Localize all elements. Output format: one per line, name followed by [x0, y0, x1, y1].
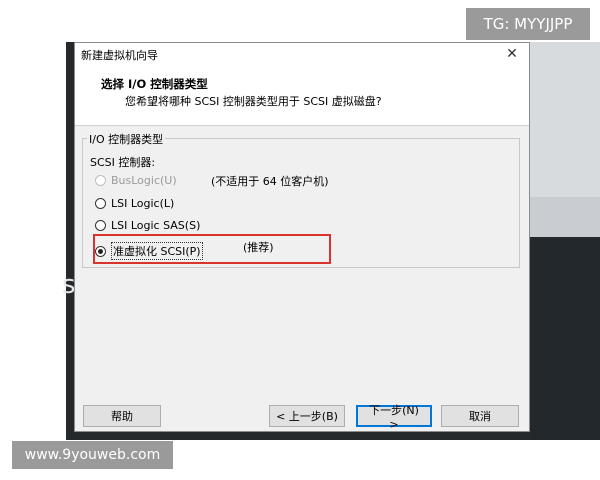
highlight-annotation-box	[93, 234, 331, 264]
radio-buslogic-label: BusLogic(U)	[111, 174, 177, 187]
background-panel-dark	[530, 237, 600, 440]
watermark-url: www.9youweb.com	[12, 441, 173, 469]
close-icon[interactable]: ✕	[499, 43, 525, 65]
back-button[interactable]: < 上一步(B)	[269, 405, 345, 427]
background-app-window	[530, 42, 600, 440]
scsi-controller-label: SCSI 控制器:	[90, 156, 156, 169]
radio-button-icon	[95, 175, 106, 186]
background-left-edge	[66, 42, 74, 440]
radio-lsi-logic[interactable]: LSI Logic(L)	[95, 197, 174, 210]
watermark-telegram: TG: MYYJJPP	[466, 8, 590, 40]
radio-button-icon[interactable]	[95, 220, 106, 231]
radio-lsi-logic-sas[interactable]: LSI Logic SAS(S)	[95, 219, 200, 232]
title-bar: 新建虚拟机向导 ✕	[75, 43, 529, 65]
radio-lsi-logic-sas-label[interactable]: LSI Logic SAS(S)	[111, 219, 200, 232]
background-panel-light	[530, 42, 600, 197]
cancel-button[interactable]: 取消	[441, 405, 519, 427]
radio-buslogic-note: (不适用于 64 位客户机)	[211, 175, 329, 188]
wizard-header: 选择 I/O 控制器类型 您希望将哪种 SCSI 控制器类型用于 SCSI 虚拟…	[75, 65, 529, 126]
page-subtitle: 您希望将哪种 SCSI 控制器类型用于 SCSI 虚拟磁盘?	[125, 95, 382, 108]
new-vm-wizard-dialog: 新建虚拟机向导 ✕ 选择 I/O 控制器类型 您希望将哪种 SCSI 控制器类型…	[74, 42, 530, 432]
background-panel-mid	[530, 197, 600, 237]
groupbox-legend: I/O 控制器类型	[87, 131, 166, 147]
radio-button-icon[interactable]	[95, 198, 106, 209]
radio-buslogic: BusLogic(U)	[95, 174, 177, 187]
help-button[interactable]: 帮助	[83, 405, 161, 427]
radio-lsi-logic-label[interactable]: LSI Logic(L)	[111, 197, 174, 210]
next-button[interactable]: 下一步(N) >	[356, 404, 432, 431]
dialog-title: 新建虚拟机向导	[81, 49, 158, 62]
page-title: 选择 I/O 控制器类型	[101, 77, 208, 91]
